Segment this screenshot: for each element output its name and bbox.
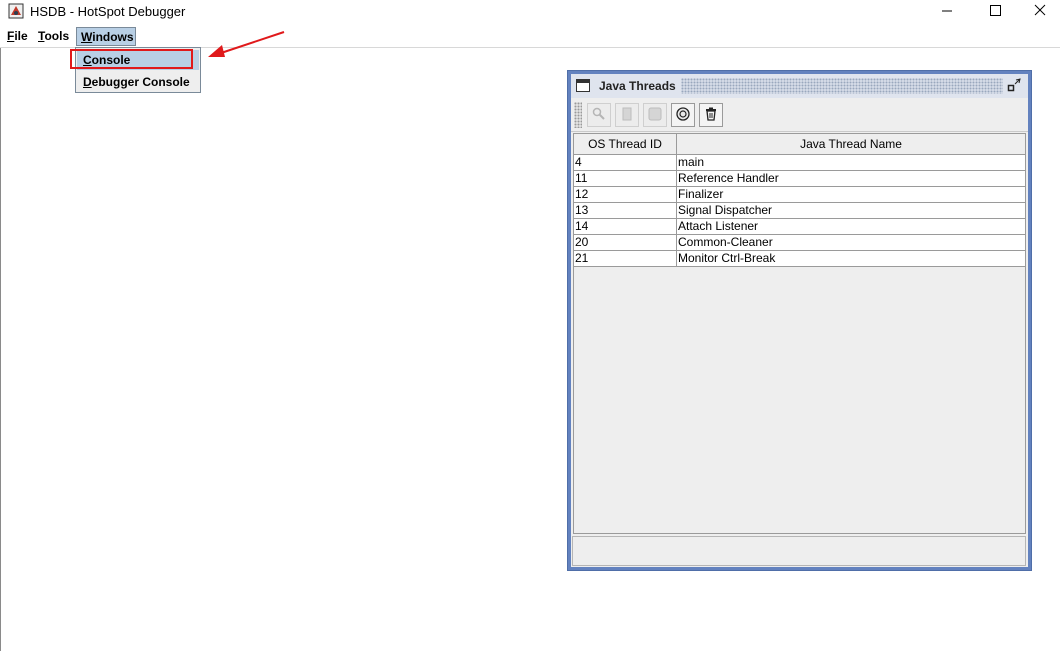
thread-id-cell: 12 [574, 186, 677, 203]
thread-id-cell: 11 [574, 170, 677, 187]
table-row[interactable]: 12 Finalizer [574, 186, 1025, 203]
column-header-os-thread-id[interactable]: OS Thread ID [574, 134, 677, 155]
show-stack-button[interactable] [643, 103, 667, 127]
close-button[interactable] [1018, 0, 1060, 24]
maximize-button[interactable] [972, 0, 1018, 24]
thread-name-cell: Monitor Ctrl-Break [676, 250, 1025, 267]
table-row[interactable]: 20 Common-Cleaner [574, 234, 1025, 251]
thread-name-cell: Signal Dispatcher [676, 202, 1025, 219]
inspect-icon [592, 107, 606, 124]
trash-icon [704, 107, 718, 124]
java-threads-title-bar[interactable]: Java Threads [571, 74, 1028, 98]
threads-table-scroll-pane: OS Thread ID Java Thread Name 4 main 11 Re… [573, 133, 1026, 534]
window-left-border [0, 48, 1, 651]
delete-button[interactable] [699, 103, 723, 127]
restore-icon[interactable] [1007, 78, 1022, 93]
inspect-thread-button[interactable] [587, 103, 611, 127]
threads-table: OS Thread ID Java Thread Name 4 main 11 Re… [574, 134, 1025, 267]
table-row[interactable]: 21 Monitor Ctrl-Break [574, 250, 1025, 267]
menu-file[interactable]: File [5, 27, 30, 46]
annotation-highlight-box [70, 49, 193, 69]
stack-memory-button[interactable] [615, 103, 639, 127]
thread-id-cell: 4 [574, 154, 677, 171]
thread-id-cell: 21 [574, 250, 677, 267]
window-title: HSDB - HotSpot Debugger [30, 4, 186, 19]
toolbar-grip[interactable] [574, 102, 582, 128]
java-threads-toolbar [571, 99, 1028, 132]
menu-tools[interactable]: Tools [36, 27, 71, 46]
show-stack-icon [648, 107, 662, 124]
thread-name-cell: main [676, 154, 1025, 171]
annotation-arrow-icon [208, 31, 285, 57]
thread-id-cell: 14 [574, 218, 677, 235]
table-row[interactable]: 14 Attach Listener [574, 218, 1025, 235]
java-threads-title: Java Threads [599, 79, 676, 93]
minimize-button[interactable] [924, 0, 970, 24]
menu-windows[interactable]: Windows [76, 27, 136, 46]
java-threads-frame: Java Threads OS Thread ID Java Thread Na… [567, 70, 1032, 571]
find-crashes-icon [676, 106, 690, 124]
frame-window-icon [576, 79, 590, 92]
table-row[interactable]: 13 Signal Dispatcher [574, 202, 1025, 219]
title-bar: HSDB - HotSpot Debugger [0, 0, 1060, 24]
stack-memory-icon [622, 107, 632, 124]
thread-id-cell: 13 [574, 202, 677, 219]
thread-name-cell: Attach Listener [676, 218, 1025, 235]
column-header-java-thread-name[interactable]: Java Thread Name [676, 134, 1025, 155]
thread-id-cell: 20 [574, 234, 677, 251]
title-bar-texture [681, 78, 1003, 94]
table-row[interactable]: 4 main [574, 154, 1025, 171]
thread-name-cell: Common-Cleaner [676, 234, 1025, 251]
thread-name-cell: Reference Handler [676, 170, 1025, 187]
app-icon [8, 3, 24, 19]
java-threads-status-bar [572, 536, 1026, 566]
table-row[interactable]: 11 Reference Handler [574, 170, 1025, 187]
menu-item-debugger-console[interactable]: Debugger Console [77, 72, 199, 92]
find-crashes-button[interactable] [671, 103, 695, 127]
menu-bar: File Tools Windows [0, 26, 1060, 48]
thread-name-cell: Finalizer [676, 186, 1025, 203]
